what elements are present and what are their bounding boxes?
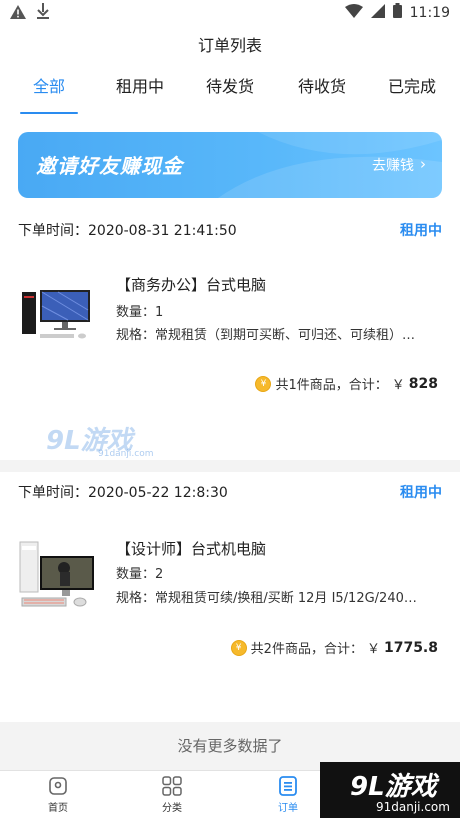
product-quantity: 数量：1 [116, 305, 164, 320]
order-amount: 828 [408, 375, 438, 392]
nav-category-label: 分类 [162, 803, 182, 814]
chevron-right-icon: › [420, 155, 426, 173]
nav-orders[interactable]: 订单 [258, 775, 318, 814]
corner-logo-url: 91danji.com [376, 800, 450, 814]
status-bar: 11:19 [0, 0, 460, 26]
wifi-icon [344, 3, 363, 22]
nav-home[interactable]: 首页 [28, 775, 88, 814]
tab-to-ship[interactable]: 待发货 [198, 68, 262, 116]
order-time-value: 2020-08-31 21:41:50 [88, 223, 237, 239]
nav-category[interactable]: 分类 [142, 775, 202, 814]
product-image-office-pc [18, 276, 98, 366]
tab-to-receive[interactable]: 待收货 [290, 68, 354, 116]
coin-icon: ¥ [255, 375, 272, 392]
coin-icon: ¥ [230, 639, 247, 656]
order-status-badge: 租用中 [400, 223, 442, 239]
watermark-url: 91danji.com [98, 449, 154, 459]
order-card[interactable]: 下单时间：2020-05-22 12:8:30 租用中 【设计师】台式机电脑 数… [0, 472, 460, 712]
banner-title: 邀请好友赚现金 [36, 154, 183, 178]
home-icon [49, 777, 67, 795]
product-name: 【设计师】台式机电脑 [116, 540, 267, 558]
currency-symbol: ￥ [366, 642, 380, 657]
warning-icon [10, 4, 26, 23]
order-time-row: 下单时间：2020-05-22 12:8:30 [18, 482, 228, 502]
product-quantity: 数量：2 [116, 567, 164, 582]
battery-icon [392, 3, 402, 22]
order-tabs: 全部 租用中 待发货 待收货 已完成 [0, 68, 460, 116]
order-time-value: 2020-05-22 12:8:30 [88, 485, 228, 501]
order-time-row: 下单时间：2020-08-31 21:41:50 [18, 220, 237, 240]
order-count-text: 共2件商品，合计： [250, 642, 363, 657]
signal-icon [370, 3, 385, 22]
product-spec: 规格：常规租赁（到期可买断、可归还、可续租）… [116, 328, 416, 343]
order-total-row: ¥ 共2件商品，合计： ￥ 1775.8 [230, 638, 438, 657]
download-icon [36, 3, 50, 23]
nav-home-label: 首页 [48, 803, 68, 814]
order-amount: 1775.8 [383, 639, 438, 656]
tab-renting[interactable]: 租用中 [108, 68, 172, 116]
banner-earn-link[interactable]: 去赚钱 [372, 155, 414, 175]
grid-icon [162, 776, 182, 796]
order-time-label: 下单时间： [18, 485, 88, 501]
order-total-row: ¥ 共1件商品，合计： ￥ 828 [255, 374, 438, 393]
order-count-text: 共1件商品，合计： [275, 378, 388, 393]
corner-watermark-logo: 9L游戏 91danji.com [320, 762, 460, 818]
tab-all[interactable]: 全部 [18, 68, 80, 116]
invite-banner[interactable]: 邀请好友赚现金 去赚钱 › [18, 132, 442, 198]
order-list-icon [279, 776, 297, 796]
order-status-badge: 租用中 [400, 485, 442, 501]
section-divider [0, 460, 460, 472]
page-title: 订单列表 [197, 36, 262, 55]
nav-orders-label: 订单 [278, 803, 298, 814]
currency-symbol: ￥ [391, 378, 405, 393]
product-name: 【商务办公】台式电脑 [116, 276, 267, 294]
corner-logo-text: 9L游戏 [350, 772, 437, 802]
status-time: 11:19 [409, 4, 450, 21]
tab-completed[interactable]: 已完成 [380, 68, 444, 116]
order-time-label: 下单时间： [18, 223, 88, 239]
product-spec: 规格：常规租赁可续/换租/买断 12月 I5/12G/240… [116, 591, 417, 606]
product-image-designer-pc [18, 536, 98, 626]
